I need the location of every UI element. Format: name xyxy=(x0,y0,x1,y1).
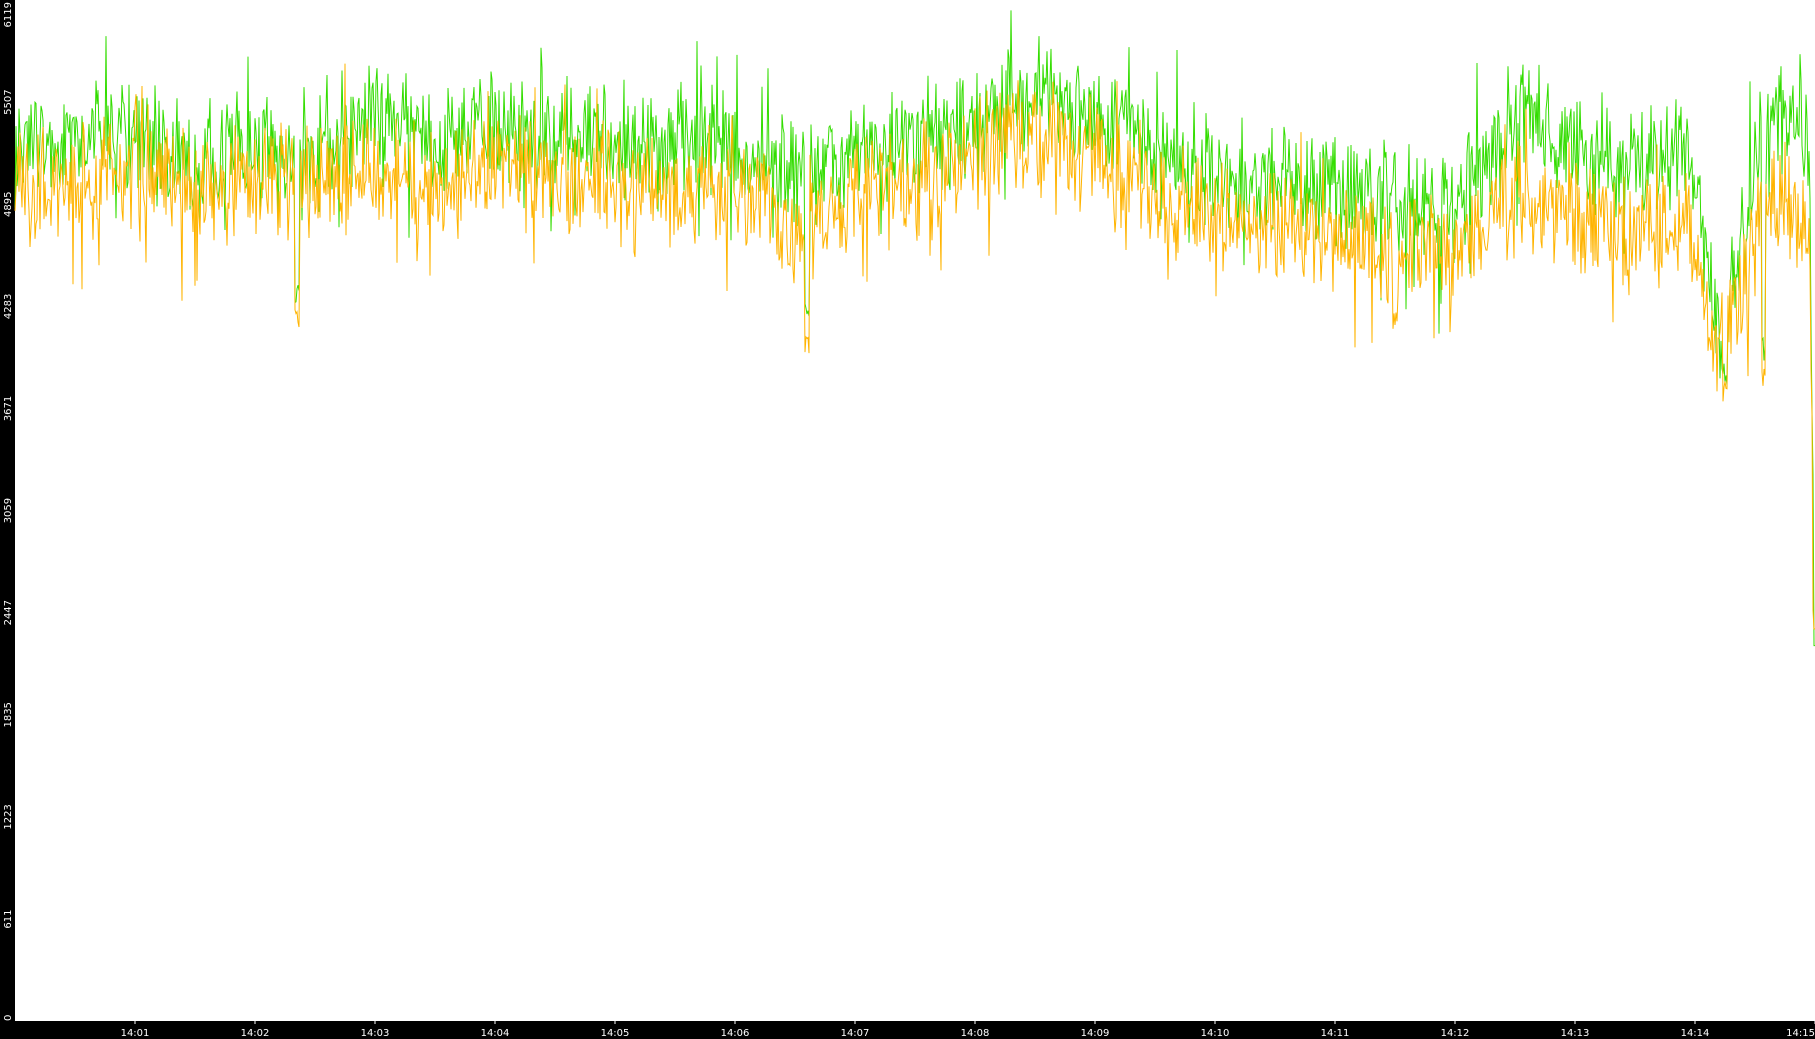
x-tick-label: 14:06 xyxy=(721,1028,750,1039)
x-tick-label: 14:08 xyxy=(961,1028,990,1039)
y-tick-label: 1835 xyxy=(3,702,14,727)
y-tick-label: 4895 xyxy=(3,192,14,217)
x-tick-label: 14:05 xyxy=(601,1028,630,1039)
x-tick-label: 14:09 xyxy=(1081,1028,1110,1039)
x-tick-label: 14:14 xyxy=(1681,1028,1710,1039)
y-tick-label: 1223 xyxy=(3,804,14,829)
x-tick-label: 14:12 xyxy=(1441,1028,1470,1039)
line-chart: 0 611 1223 1835 2447 3059 3671 4283 4895 5507 6119… xyxy=(0,0,1815,1039)
x-tick-label: 14:04 xyxy=(481,1028,510,1039)
x-tick-label: 14:03 xyxy=(361,1028,390,1039)
y-tick-label: 0 xyxy=(3,1015,14,1021)
x-tick-label: 14:01 xyxy=(121,1028,150,1039)
y-tick-label: 6119 xyxy=(3,2,14,27)
y-tick-label: 5507 xyxy=(3,89,14,114)
x-tick-label: 14:10 xyxy=(1201,1028,1230,1039)
x-tick-label: 14:07 xyxy=(841,1028,870,1039)
x-tick-label: 14:02 xyxy=(241,1028,270,1039)
y-tick-label: 3671 xyxy=(3,396,14,421)
x-tick-label: 14:13 xyxy=(1561,1028,1590,1039)
y-tick-label: 611 xyxy=(3,910,14,929)
x-tick-label: 14:11 xyxy=(1321,1028,1350,1039)
x-tick-label: 14:15 xyxy=(1786,1028,1815,1039)
y-tick-label: 2447 xyxy=(3,600,14,625)
y-tick-label: 3059 xyxy=(3,498,14,523)
y-tick-label: 4283 xyxy=(3,294,14,319)
